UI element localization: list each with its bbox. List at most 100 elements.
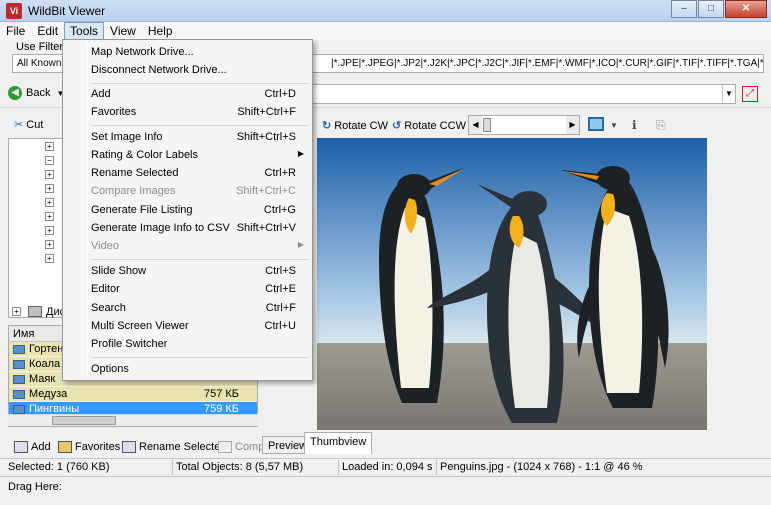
scrollbar-thumb[interactable] [52, 416, 116, 425]
menu-item-label: Search [91, 302, 126, 314]
list-item[interactable]: Медуза 757 КБ [9, 387, 257, 402]
menu-file[interactable]: File [0, 22, 31, 40]
copy-icon[interactable]: ⎘ [656, 118, 666, 133]
image-viewer[interactable] [262, 138, 762, 431]
tree-expand-icon[interactable]: + [45, 170, 54, 179]
menu-item-label: Compare Images [91, 185, 176, 197]
monitor-icon[interactable] [588, 117, 604, 131]
tree-expand-icon[interactable]: + [45, 240, 54, 249]
zoom-slider[interactable]: ◀ ▶ [468, 115, 580, 135]
menu-item-generate-file-listing[interactable]: Generate File Listing Ctrl+G [65, 201, 310, 219]
menu-item-options[interactable]: Options [65, 360, 310, 378]
add-button[interactable]: Add [14, 441, 51, 453]
tree-collapse-icon[interactable]: − [45, 156, 54, 165]
filter-value-prefix: All Known [17, 58, 62, 69]
view-tabs: Preview Thumbview [262, 432, 762, 456]
menu-item-map-network-drive[interactable]: Map Network Drive... [65, 43, 310, 61]
menu-item-rename-selected[interactable]: Rename Selected Ctrl+R [65, 164, 310, 182]
favorites-button[interactable]: Favorites [58, 441, 120, 453]
submenu-arrow-icon: ▶ [297, 149, 304, 158]
compare-button[interactable]: Comp [218, 441, 264, 453]
filter-label: Use Filter [16, 41, 64, 53]
rotate-cw-button[interactable]: ↻ Rotate CW [322, 119, 388, 132]
menu-item-label: Disconnect Network Drive... [91, 64, 227, 76]
menu-item-label: Video [91, 240, 119, 252]
slider-thumb[interactable] [483, 118, 491, 132]
menu-tools[interactable]: Tools [64, 22, 105, 40]
cut-label: Cut [26, 119, 44, 131]
tree-expand-icon[interactable]: + [45, 184, 54, 193]
maximize-button[interactable]: □ [698, 0, 724, 18]
file-name: Медуза [29, 388, 68, 400]
status-bar: Selected: 1 (760 KB) Total Objects: 8 (5… [0, 458, 771, 475]
menu-item-video[interactable]: Video ▶ [65, 237, 310, 255]
image-file-icon [13, 375, 25, 384]
menu-item-label: Set Image Info [91, 131, 163, 143]
path-dropdown-icon[interactable]: ▼ [722, 85, 735, 103]
menu-item-shortcut: Shift+Ctrl+F [237, 106, 296, 118]
status-divider [338, 460, 339, 475]
menu-item-compare-images[interactable]: Compare Images Shift+Ctrl+C [65, 182, 310, 200]
menu-item-shortcut: Ctrl+S [265, 265, 296, 277]
add-icon [14, 441, 28, 453]
menu-item-label: Rating & Color Labels [91, 149, 199, 161]
tree-expand-icon[interactable]: + [12, 307, 21, 316]
close-button[interactable]: ✕ [725, 0, 767, 18]
info-icon[interactable]: ℹ [632, 118, 637, 132]
menu-view[interactable]: View [104, 22, 142, 40]
menu-item-shortcut: Shift+Ctrl+S [236, 131, 296, 143]
rotate-cw-icon: ↻ [322, 120, 332, 132]
menu-item-disconnect-network-drive[interactable]: Disconnect Network Drive... [65, 61, 310, 79]
tree-expand-icon[interactable]: + [45, 226, 54, 235]
menu-item-favorites[interactable]: Favorites Shift+Ctrl+F [65, 103, 310, 121]
tools-menu: Map Network Drive... Disconnect Network … [62, 39, 313, 381]
window-title: WildBit Viewer [28, 4, 106, 18]
menu-separator [91, 83, 309, 84]
compare-icon [218, 441, 232, 453]
filter-value-extensions: |*.JPE|*.JPEG|*.JP2|*.J2K|*.JPC|*.J2C|*.… [331, 58, 764, 69]
menu-item-shortcut: Shift+Ctrl+C [236, 185, 296, 197]
tree-expand-icon[interactable]: + [45, 198, 54, 207]
monitor-dropdown-icon[interactable]: ▼ [610, 121, 618, 130]
rotate-ccw-button[interactable]: ↺ Rotate CCW [392, 119, 466, 132]
back-button[interactable]: ◀ Back ▼ [8, 86, 64, 100]
window-controls: – □ ✕ [670, 0, 767, 18]
path-input[interactable]: ▼ [312, 84, 736, 104]
drive-icon [28, 306, 42, 317]
image-file-icon [13, 390, 25, 399]
image-file-icon [13, 345, 25, 354]
tree-expand-icon[interactable]: + [45, 142, 54, 151]
menu-item-search[interactable]: Search Ctrl+F [65, 299, 310, 317]
menu-item-editor[interactable]: Editor Ctrl+E [65, 280, 310, 298]
menu-item-set-image-info[interactable]: Set Image Info Shift+Ctrl+S [65, 128, 310, 146]
cut-button[interactable]: ✂ Cut [14, 118, 43, 131]
rename-label: Rename Selected [139, 441, 227, 453]
menu-item-generate-image-info-csv[interactable]: Generate Image Info to CSV Shift+Ctrl+V [65, 219, 310, 237]
menu-item-multi-screen-viewer[interactable]: Multi Screen Viewer Ctrl+U [65, 317, 310, 335]
status-loaded: Loaded in: 0,094 s [342, 461, 433, 473]
menu-item-shortcut: Ctrl+E [265, 283, 296, 295]
menu-help[interactable]: Help [142, 22, 179, 40]
slider-left-arrow-icon[interactable]: ◀ [469, 116, 482, 134]
menu-item-add[interactable]: Add Ctrl+D [65, 85, 310, 103]
penguins-photo [317, 138, 707, 430]
drag-area[interactable]: Drag Here: [0, 476, 771, 496]
menu-item-rating-color-labels[interactable]: Rating & Color Labels ▶ [65, 146, 310, 164]
tree-expand-icon[interactable]: + [45, 254, 54, 263]
menu-item-profile-switcher[interactable]: Profile Switcher [65, 335, 310, 353]
slider-right-arrow-icon[interactable]: ▶ [566, 116, 579, 134]
horizontal-scrollbar[interactable] [8, 414, 258, 426]
status-selected: Selected: 1 (760 KB) [8, 461, 110, 473]
tree-expand-icon[interactable]: + [45, 212, 54, 221]
menu-item-label: Generate Image Info to CSV [91, 222, 230, 234]
image-file-icon [13, 360, 25, 369]
rename-selected-button[interactable]: Rename Selected [122, 441, 226, 453]
fit-screen-icon[interactable]: ⤢ [742, 86, 758, 102]
menu-item-shortcut: Ctrl+R [264, 167, 296, 179]
rename-icon [122, 441, 136, 453]
menu-item-slide-show[interactable]: Slide Show Ctrl+S [65, 262, 310, 280]
minimize-button[interactable]: – [671, 0, 697, 18]
tab-thumbview[interactable]: Thumbview [304, 432, 373, 454]
menu-edit[interactable]: Edit [31, 22, 64, 40]
file-name: Маяк [29, 373, 56, 385]
